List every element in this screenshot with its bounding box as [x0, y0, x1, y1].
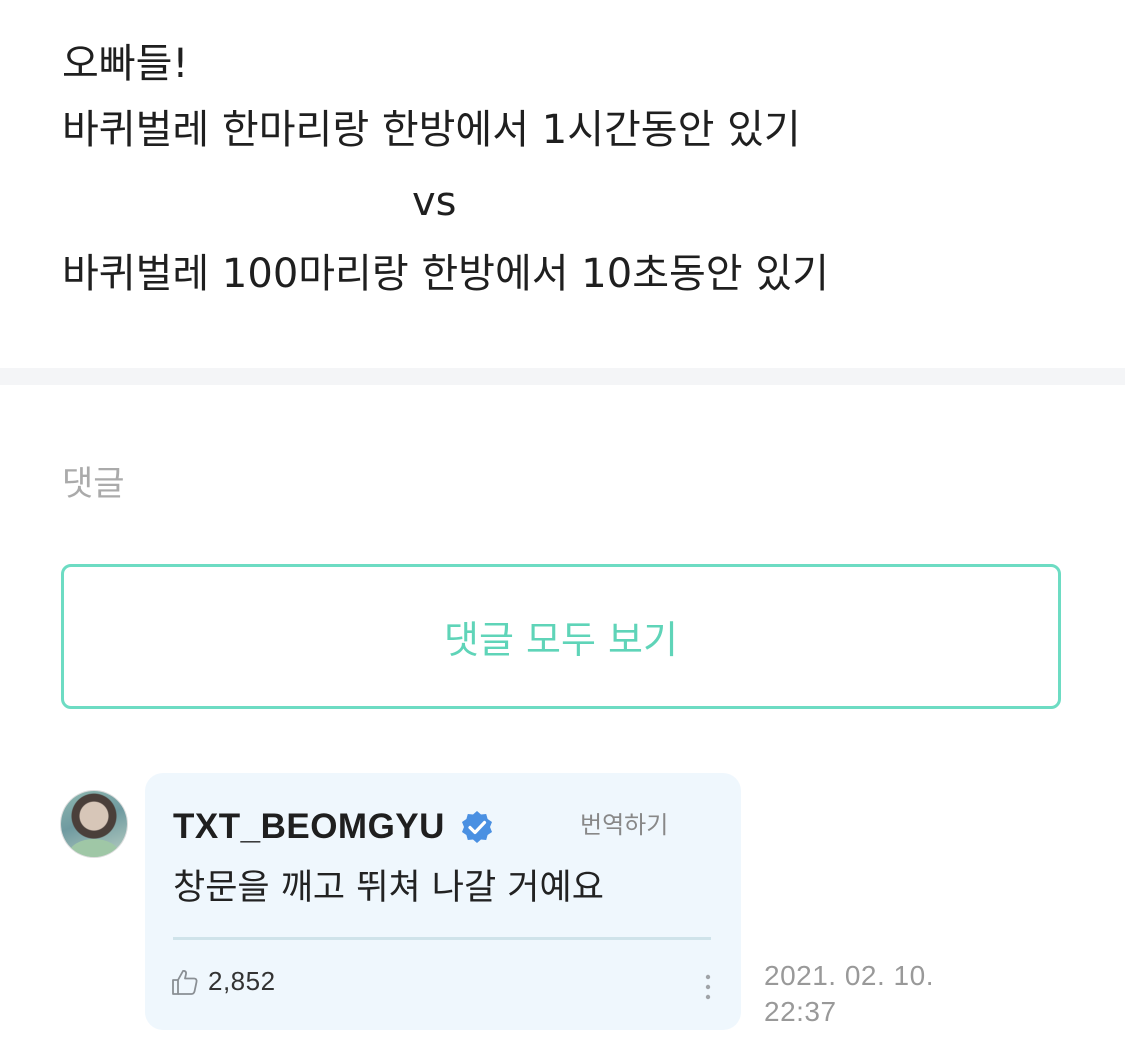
- post-body: 오빠들! 바퀴벌레 한마리랑 한방에서 1시간동안 있기 vs 바퀴벌레 100…: [62, 34, 1062, 310]
- more-vertical-icon[interactable]: [698, 972, 718, 1002]
- section-divider: [0, 368, 1125, 385]
- comment-divider: [173, 937, 711, 940]
- post-line-1: 오빠들!: [62, 41, 189, 87]
- avatar[interactable]: [61, 791, 127, 857]
- view-all-comments-button[interactable]: 댓글 모두 보기: [61, 564, 1061, 709]
- avatar-image: [69, 839, 119, 857]
- post-line-vs: vs: [412, 179, 457, 225]
- comments-heading: 댓글: [62, 464, 125, 504]
- comment-text: 창문을 깨고 뛰쳐 나갈 거예요: [173, 868, 604, 908]
- comment-timestamp: 2021. 02. 10. 22:37: [764, 958, 934, 1030]
- verified-badge-icon: [461, 811, 492, 843]
- thumbs-up-icon: [172, 969, 198, 995]
- translate-link[interactable]: 번역하기: [580, 805, 668, 840]
- comment-author[interactable]: TXT_BEOMGYU: [173, 807, 495, 847]
- comment-time: 22:37: [764, 996, 837, 1027]
- comment-date: 2021. 02. 10.: [764, 960, 934, 991]
- post-line-4: 바퀴벌레 100마리랑 한방에서 10초동안 있기: [62, 251, 829, 297]
- comment-card: TXT_BEOMGYU 번역하기 창문을 깨고 뛰쳐 나갈 거예요 2,852: [145, 773, 741, 1030]
- like-button[interactable]: 2,852: [170, 966, 276, 997]
- like-count: 2,852: [208, 966, 276, 996]
- post-line-2: 바퀴벌레 한마리랑 한방에서 1시간동안 있기: [62, 107, 801, 153]
- comment-author-name[interactable]: TXT_BEOMGYU: [173, 807, 445, 847]
